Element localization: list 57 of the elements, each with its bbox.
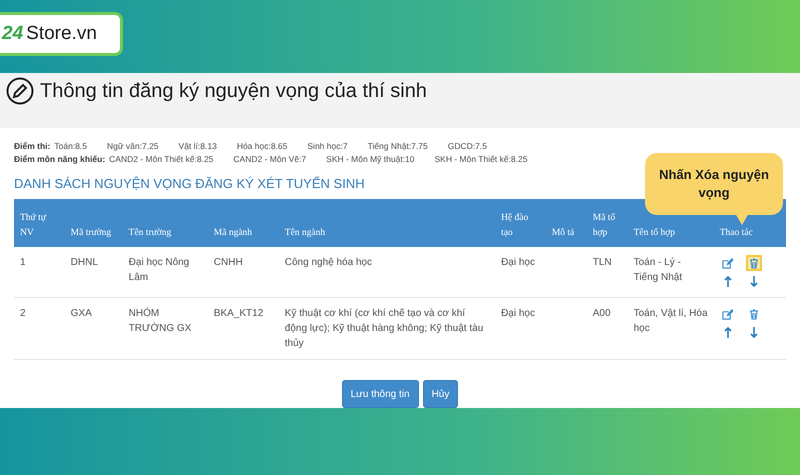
scores-label: Điểm thi: — [14, 141, 50, 151]
column-header: Mô tả — [546, 199, 587, 247]
table-cell: DHNL — [70, 257, 98, 268]
edit-icon — [722, 308, 734, 320]
score-text: Toán:8.5 — [54, 141, 87, 151]
table-cell: Toán - Lý - Tiếng Nhật — [634, 257, 682, 283]
down-arrow-icon — [750, 276, 758, 286]
score-text: Tiếng Nhật:7.75 — [368, 141, 428, 151]
callout: Nhấn Xóa nguyện vọng — [645, 153, 783, 215]
table-cell: Công nghệ hóa học — [284, 257, 372, 268]
trash-icon — [748, 258, 759, 268]
score-text: Hóa học:8.65 — [236, 141, 288, 151]
cancel-button[interactable]: Hủy — [422, 380, 458, 408]
edit-button[interactable] — [720, 255, 736, 271]
table-cell: NHÓM TRƯỜNG GX — [128, 308, 192, 334]
edit-button[interactable] — [720, 306, 736, 322]
down-arrow-icon — [750, 326, 758, 338]
page-title: Thông tin đăng ký nguyện vọng của thí sinh — [40, 79, 427, 104]
edit-icon — [6, 77, 34, 105]
edit-icon — [722, 258, 734, 268]
delete-button[interactable] — [746, 255, 762, 271]
score-text: Sinh học:7 — [307, 141, 348, 151]
logo-number: 24 — [2, 23, 24, 45]
callout-pointer — [735, 213, 749, 225]
column-header: Tên ngành — [278, 199, 496, 247]
up-arrow-icon — [724, 326, 732, 338]
table-cell: BKA_KT12 — [214, 308, 264, 319]
table-cell: CNHH — [214, 257, 243, 268]
table-cell: GXA — [70, 308, 92, 319]
table-cell: Đại học — [501, 308, 535, 319]
table-cell: Đại học Nông Lâm — [128, 257, 190, 283]
table-cell: A00 — [592, 308, 611, 319]
score-text: CAND2 - Môn Thiết kế:8.25 — [109, 154, 214, 164]
column-header: Mã trường — [64, 199, 123, 247]
trash-icon — [748, 308, 759, 320]
column-header: Mã tổ hợp — [586, 199, 628, 247]
table-cell: 2 — [20, 308, 26, 319]
column-header: Thứ tự NV — [14, 199, 65, 247]
score-text: Vật lí:8.13 — [178, 141, 217, 151]
table-cell: TLN — [592, 257, 612, 268]
score-text: Ngữ văn:7.25 — [107, 141, 159, 151]
score-text: CAND2 - Môn Vẽ:7 — [233, 154, 306, 164]
column-header: Mã ngành — [208, 199, 279, 247]
table-cell: 1 — [20, 257, 26, 268]
table-cell: Toán, Vật lí, Hóa học — [634, 308, 708, 334]
score-text: GDCD:7.5 — [448, 141, 487, 151]
score-text: SKH - Môn Mỹ thuật:10 — [326, 154, 414, 164]
up-arrow-icon — [724, 276, 732, 286]
column-header: Tên trường — [122, 199, 208, 247]
table-cell: Đại học — [501, 257, 535, 268]
column-header: Hệ đào tạo — [495, 199, 546, 247]
logo-text: Store.vn — [26, 23, 97, 45]
aptitude-scores-label: Điểm môn năng khiếu: — [14, 154, 106, 164]
section-title: DANH SÁCH NGUYỆN VỌNG ĐĂNG KÝ XÉT TUYỂN SINH — [14, 176, 366, 191]
table-cell: Kỹ thuật cơ khí (cơ khí chế tạo và cơ khí động lực); Kỹ thuật hàng không; Kỹ thuật tàu thủy — [284, 308, 484, 349]
score-text: SKH - Môn Thiết kế:8.25 — [434, 154, 528, 164]
save-button[interactable]: Lưu thông tin — [342, 380, 419, 408]
